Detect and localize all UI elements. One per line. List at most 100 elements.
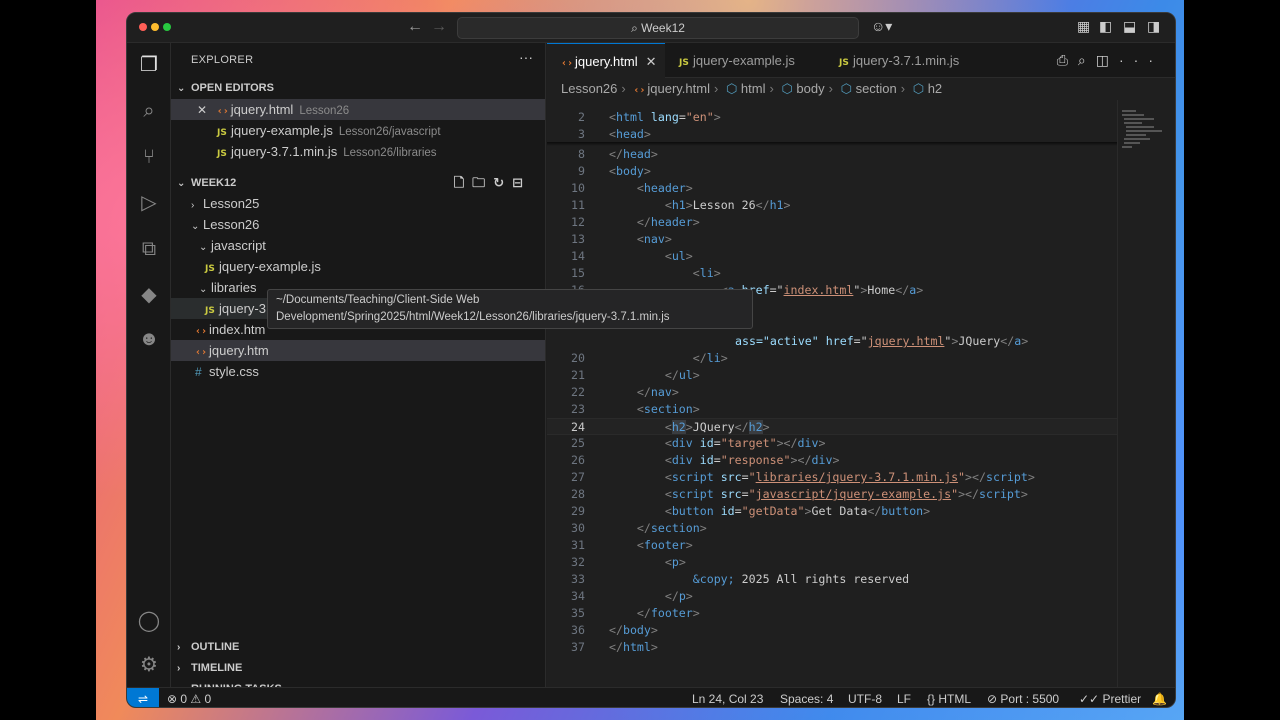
code-line: 21 </ul>	[571, 368, 700, 382]
search-icon: ⌕	[631, 21, 642, 35]
js-icon: JS	[217, 149, 227, 159]
braces-icon: {}	[927, 692, 939, 706]
new-folder-icon[interactable]: 🗀	[472, 175, 493, 190]
source-control-icon[interactable]: ⑂	[137, 145, 161, 169]
chevron-down-icon: ⌄	[199, 284, 208, 295]
code-line: 33 &copy; 2025 All rights reserved	[571, 572, 910, 586]
chevron-right-icon: ›	[191, 200, 195, 211]
code-editor[interactable]: 2 <html lang="en"> 3 <head> 8 </head> 9 <bod…	[547, 100, 1117, 687]
tab-jquery-min[interactable]: JS jquery-3.7.1.min.js	[825, 43, 985, 78]
split-editor-icon[interactable]: ◫	[1096, 52, 1119, 68]
editor-tab-bar: ‹› jquery.html ✕ JS jquery-example.js JS jqu…	[547, 43, 1175, 78]
toggle-panel-icon[interactable]: ⬓	[1123, 18, 1136, 35]
breadcrumb-item[interactable]: h2	[928, 81, 942, 96]
breadcrumb-item[interactable]: jquery.html	[647, 81, 710, 96]
element-icon: ⬡	[912, 81, 928, 96]
open-editor-item[interactable]: JS jquery-example.js Lesson26/javascript	[171, 120, 545, 141]
activity-bar: ❐ ⌕ ⑂ ▷ ⧉ ◆ ☻ ◯ ⚙	[127, 43, 171, 687]
tree-file-jquery-html[interactable]: ‹› jquery.htm	[171, 340, 545, 361]
outline-header[interactable]: › OUTLINE	[171, 637, 545, 657]
copilot-icon[interactable]: ☺▾	[871, 18, 892, 35]
encoding[interactable]: UTF-8	[848, 688, 882, 707]
gear-icon[interactable]: ⚙	[137, 653, 161, 677]
tree-file-jquery-example[interactable]: JS jquery-example.js	[171, 256, 545, 277]
breadcrumb-item[interactable]: body	[796, 81, 824, 96]
open-editors-header[interactable]: ⌄ OPEN EDITORS	[171, 78, 545, 98]
refresh-icon[interactable]: ↻	[493, 175, 512, 190]
title-bar: ← → ⌕ Week12 ☺▾ ▦ ◧ ⬓ ◨	[127, 13, 1175, 43]
toggle-sidebar-icon[interactable]: ◧	[1099, 18, 1112, 35]
minimize-window-button[interactable]	[151, 23, 159, 31]
tab-jquery-html[interactable]: ‹› jquery.html ✕	[547, 43, 665, 78]
timeline-header[interactable]: › TIMELINE	[171, 658, 545, 678]
copilot-chat-icon[interactable]: ☻	[137, 327, 161, 351]
prettier-status[interactable]: ✓✓ Prettier	[1079, 688, 1141, 707]
chevron-right-icon: ›	[177, 642, 181, 653]
code-line: 35 </footer>	[571, 606, 700, 620]
customize-layout-icon[interactable]: ▦	[1077, 18, 1090, 35]
running-tasks-header[interactable]: ›RUNNING TASKS	[171, 679, 545, 695]
remote-indicator-icon[interactable]: ⇌	[127, 688, 159, 707]
more-actions-icon[interactable]: ···	[519, 49, 533, 65]
minimap[interactable]	[1117, 100, 1175, 687]
collapse-all-icon[interactable]: ⊟	[512, 175, 531, 190]
code-line: 2 <html lang="en">	[578, 110, 721, 124]
git-icon[interactable]: ◆	[137, 283, 161, 307]
folder-tools: 🗋🗀↻⊟	[454, 173, 531, 193]
chevron-down-icon: ⌄	[177, 83, 186, 94]
close-icon[interactable]: ✕	[646, 54, 657, 69]
explorer-icon[interactable]: ❐	[137, 53, 161, 77]
element-icon: ⬡	[725, 81, 741, 96]
run-debug-icon[interactable]: ▷	[137, 191, 161, 215]
new-file-icon[interactable]: 🗋	[454, 175, 472, 190]
tree-folder-lesson25[interactable]: › Lesson25	[171, 193, 545, 214]
language-mode[interactable]: {} HTML	[927, 688, 971, 707]
element-icon: ⬡	[781, 81, 797, 96]
code-line: 20 </li>	[571, 351, 728, 365]
code-line: 28 <script src="javascript/jquery-exampl…	[571, 487, 1028, 501]
tree-folder-lesson26[interactable]: ⌄ Lesson26	[171, 214, 545, 235]
breadcrumb-item[interactable]: html	[741, 81, 766, 96]
tree-folder-javascript[interactable]: ⌄ javascript	[171, 235, 545, 256]
live-server-port[interactable]: ⊘ Port : 5500	[987, 688, 1059, 707]
extensions-icon[interactable]: ⧉	[137, 237, 161, 261]
toggle-secondary-sidebar-icon[interactable]: ◨	[1147, 18, 1160, 35]
close-window-button[interactable]	[139, 23, 147, 31]
tab-jquery-example[interactable]: JS jquery-example.js	[665, 43, 825, 78]
open-editor-item[interactable]: ✕ ‹› jquery.html Lesson26	[171, 99, 545, 120]
command-center-search[interactable]: ⌕ Week12	[457, 17, 859, 39]
code-line: 34 </p>	[571, 589, 693, 603]
open-editor-item[interactable]: JS jquery-3.7.1.min.js Lesson26/libraries	[171, 141, 545, 162]
back-arrow-icon[interactable]: ←	[407, 18, 423, 36]
check-icon: ✓✓	[1079, 692, 1103, 706]
open-preview-icon[interactable]: ⌕	[1078, 52, 1096, 68]
problems-indicator[interactable]: ⊗ 0 ⚠ 0	[167, 688, 211, 707]
breadcrumb-item[interactable]: section	[856, 81, 897, 96]
end-of-line[interactable]: LF	[897, 688, 911, 707]
account-icon[interactable]: ◯	[137, 609, 161, 633]
code-line: 15 <li>	[571, 266, 721, 280]
chevron-right-icon: ›	[177, 663, 181, 674]
code-line: 30 </section>	[571, 521, 707, 535]
search-icon[interactable]: ⌕	[137, 99, 161, 123]
workspace-folder-header[interactable]: ⌄ WEEK12 🗋🗀↻⊟	[171, 173, 545, 193]
cursor-position[interactable]: Ln 24, Col 23	[692, 688, 763, 707]
element-icon: ⬡	[840, 81, 856, 96]
breadcrumb-item[interactable]: Lesson26	[561, 81, 617, 96]
editor-actions: ⎙⌕◫···	[1057, 52, 1163, 69]
explorer-title: EXPLORER	[191, 54, 254, 66]
tree-file-style[interactable]: # style.css	[171, 361, 545, 382]
close-icon[interactable]: ✕	[197, 103, 207, 117]
indentation[interactable]: Spaces: 4	[780, 688, 833, 707]
sticky-scroll-shadow	[547, 142, 1117, 146]
maximize-window-button[interactable]	[163, 23, 171, 31]
js-icon: JS	[839, 58, 849, 68]
bell-icon[interactable]: 🔔	[1152, 688, 1167, 707]
forward-arrow-icon[interactable]: →	[431, 18, 447, 36]
code-line: 32 <p>	[571, 555, 686, 569]
code-line: 12 </header>	[571, 215, 700, 229]
code-line: 36 </body>	[571, 623, 658, 637]
print-icon[interactable]: ⎙	[1057, 52, 1078, 68]
more-actions-icon[interactable]: ···	[1119, 52, 1163, 68]
code-line: 29 <button id="getData">Get Data</button…	[571, 504, 931, 518]
